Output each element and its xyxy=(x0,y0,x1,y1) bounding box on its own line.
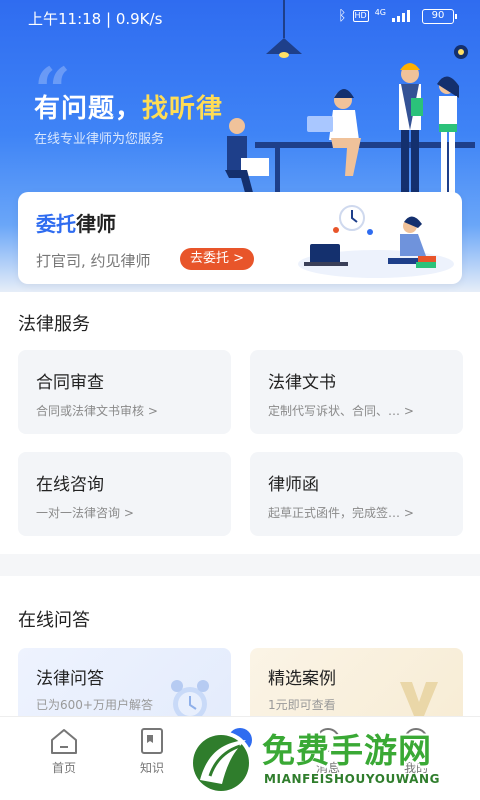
signal-icon xyxy=(392,10,416,22)
legal-services-title: 法律服务 xyxy=(18,314,90,335)
service-title: 在线咨询 xyxy=(36,475,104,495)
status-bar: 上午11:18 | 0.9K/s ᛒ HD 4G 90 xyxy=(0,0,480,34)
tab-home[interactable]: 首页 xyxy=(34,727,94,776)
service-title: 合同审查 xyxy=(36,373,104,393)
status-time: 上午11:18 | 0.9K/s xyxy=(28,10,163,28)
delegate-illustration xyxy=(298,205,454,278)
watermark-subtitle: MIANFEISHOUYOUWANG xyxy=(264,772,441,786)
bluetooth-icon: ᛒ xyxy=(338,8,347,24)
service-lawyer-letter[interactable]: 律师函 起草正式函件，完成签… > xyxy=(250,452,463,536)
service-title: 法律文书 xyxy=(268,373,336,393)
watermark-title: 免费手游网 xyxy=(262,731,432,770)
home-icon xyxy=(51,729,77,754)
qa-card-desc: 已为600+万用户解答 xyxy=(36,698,153,712)
hero-subtitle: 在线专业律师为您服务 xyxy=(34,132,165,147)
qa-card-desc: 1元即可查看 xyxy=(268,698,336,712)
tab-label: 知识 xyxy=(139,761,164,775)
hero-title: 有问题，找听律 xyxy=(34,94,224,124)
status-icons: ᛒ HD 4G 90 xyxy=(338,7,457,24)
service-desc: 一对一法律咨询 > xyxy=(36,506,134,520)
tab-knowledge[interactable]: 知识 xyxy=(122,727,182,776)
service-desc: 定制代写诉状、合同、… > xyxy=(268,404,414,418)
hd-icon: HD xyxy=(352,10,369,22)
delegate-lawyer-card[interactable]: 委托律师 打官司, 约见律师 去委托 > xyxy=(18,192,462,284)
delegate-card-subtitle: 打官司, 约见律师 xyxy=(36,252,151,270)
online-qa-title: 在线问答 xyxy=(18,610,90,631)
delegate-button[interactable]: 去委托 > xyxy=(180,248,255,270)
network-label: 4G xyxy=(374,7,386,17)
service-contract-review[interactable]: 合同审查 合同或法律文书审核 > xyxy=(18,350,231,434)
service-online-consult[interactable]: 在线咨询 一对一法律咨询 > xyxy=(18,452,231,536)
delegate-card-title: 委托律师 xyxy=(36,212,116,236)
vip-badge-icon xyxy=(400,682,438,716)
battery-icon: 90 xyxy=(422,8,457,24)
service-desc: 起草正式函件，完成签… > xyxy=(268,506,414,520)
book-icon xyxy=(141,728,163,754)
legal-services-section: 法律服务 合同审查 合同或法律文书审核 > 法律文书 定制代写诉状、合同、… >… xyxy=(0,292,480,554)
qa-card-title: 精选案例 xyxy=(268,669,336,689)
qa-card-title: 法律问答 xyxy=(36,669,104,689)
battery-level: 90 xyxy=(431,9,445,21)
service-desc: 合同或法律文书审核 > xyxy=(36,404,158,418)
site-watermark: 免费手游网 MIANFEISHOUYOUWANG xyxy=(186,722,480,800)
hero-illustration xyxy=(225,45,475,200)
service-legal-documents[interactable]: 法律文书 定制代写诉状、合同、… > xyxy=(250,350,463,434)
watermark-logo-icon xyxy=(189,731,253,795)
tab-label: 首页 xyxy=(51,761,76,775)
service-title: 律师函 xyxy=(268,475,319,495)
lamp-cord xyxy=(283,0,285,38)
